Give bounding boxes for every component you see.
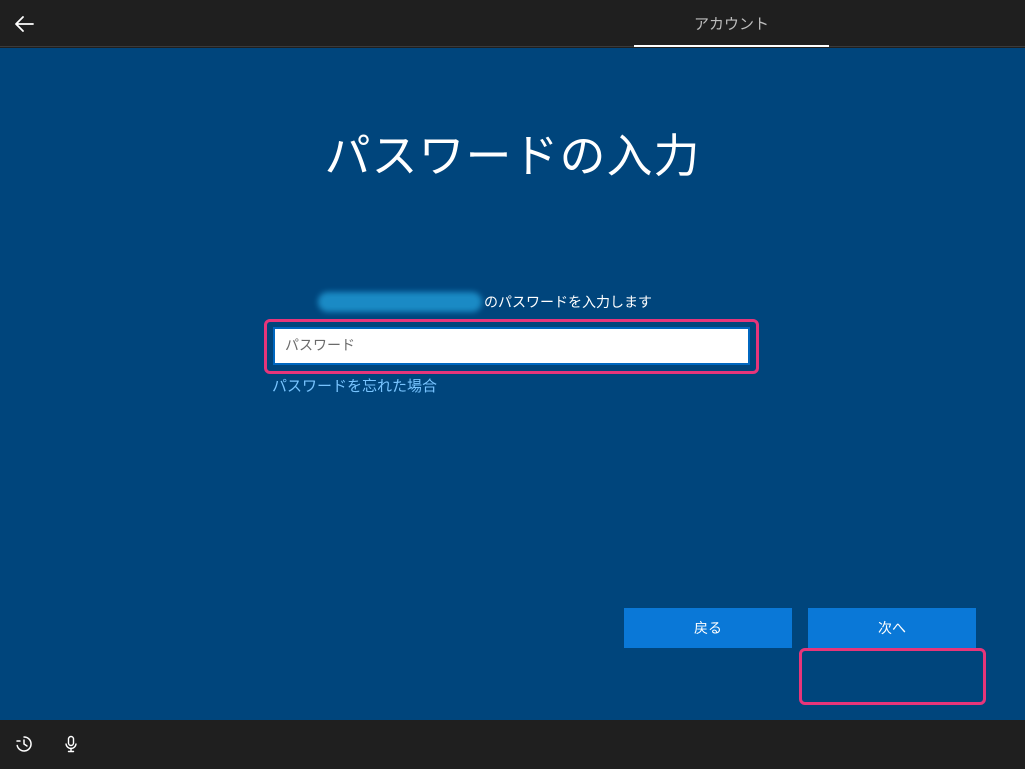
- password-prompt: のパスワードを入力します: [318, 291, 652, 313]
- next-highlight-frame: [799, 648, 986, 705]
- back-arrow-icon: [15, 16, 34, 32]
- page-title: パスワードの入力: [324, 129, 701, 183]
- bottom-bar: [0, 720, 1025, 769]
- account-name-redacted: [318, 292, 482, 312]
- tab-active-indicator: [634, 45, 829, 47]
- microphone-button[interactable]: [61, 734, 81, 754]
- ease-of-access-button[interactable]: [14, 734, 34, 754]
- top-bar: アカウント: [0, 0, 1025, 47]
- ease-of-access-icon: [16, 736, 32, 752]
- back-button[interactable]: 戻る: [624, 608, 792, 648]
- password-prompt-text: のパスワードを入力します: [484, 295, 652, 311]
- password-input[interactable]: [273, 327, 750, 365]
- microphone-icon: [65, 735, 77, 753]
- tab-account[interactable]: アカウント: [634, 0, 829, 47]
- next-button[interactable]: 次へ: [808, 608, 976, 648]
- forgot-password-link[interactable]: パスワードを忘れた場合: [272, 375, 437, 396]
- tab-account-label: アカウント: [693, 15, 769, 33]
- back-arrow-button[interactable]: [8, 8, 40, 40]
